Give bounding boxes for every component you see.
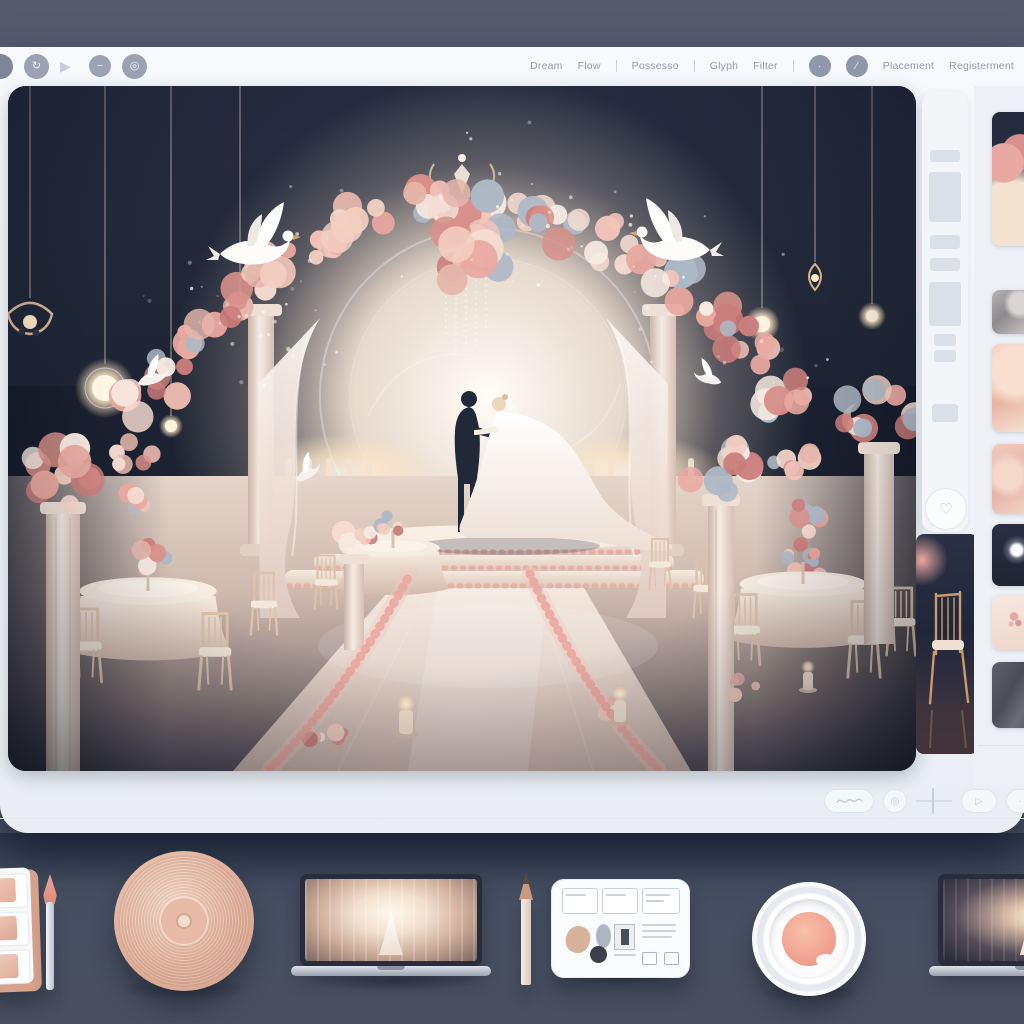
tablet-mini-card <box>642 952 657 965</box>
album-pages <box>0 867 34 985</box>
tablet-wireframe <box>551 879 690 978</box>
laptop-frame <box>938 874 1024 966</box>
minimize-icon[interactable]: − <box>89 55 111 77</box>
tablet-mini-card <box>664 952 679 965</box>
menu-item-possesso[interactable]: Possesso <box>632 60 679 72</box>
thumbnail-silver-fabric[interactable] <box>992 290 1024 334</box>
menu-divider <box>793 60 794 72</box>
slider-knob[interactable] <box>932 788 934 814</box>
thumbnail-blossom-detail[interactable] <box>992 596 1024 650</box>
menu-divider <box>694 60 695 72</box>
laptop-screen <box>943 879 1024 961</box>
thumbnail-stage-wide[interactable] <box>992 112 1024 246</box>
thumbnail-night-detail[interactable] <box>992 524 1024 586</box>
menu-item-flow[interactable]: Flow <box>578 60 601 72</box>
signature-button[interactable] <box>824 789 874 813</box>
more-button[interactable]: · <box>1006 789 1024 813</box>
tablet-blob <box>596 924 611 948</box>
toolbar-menu: Dream Flow Possesso Glyph Filter ∙ ∕ Pla… <box>530 47 1014 85</box>
squiggle-icon <box>835 796 863 806</box>
page: ↻ ▶ − ◎ Dream Flow Possesso Glyph Filter… <box>0 0 1024 1024</box>
pencil-lead <box>519 874 533 884</box>
panel-divider <box>978 745 1024 746</box>
laptop-preview-right <box>938 874 1024 978</box>
tool-button[interactable] <box>930 258 960 271</box>
editor-canvas[interactable] <box>8 86 916 771</box>
wedding-dress-graphic <box>1019 921 1024 955</box>
play-icon[interactable]: ▶ <box>60 58 78 75</box>
desktop-top-strip <box>0 0 1024 47</box>
photo-card-chairs[interactable] <box>916 534 978 754</box>
wedding-scene <box>8 86 916 771</box>
user-icon[interactable]: ∙ <box>809 55 831 77</box>
tool-button[interactable] <box>934 334 956 346</box>
menu-item-registerment[interactable]: Registerment <box>949 60 1014 72</box>
footer-actions: ◎ ▷ · <box>824 786 1018 816</box>
wedding-dress-graphic <box>378 913 404 955</box>
pencil-shaft <box>521 899 531 985</box>
laptop-preview-left <box>300 874 482 978</box>
thumbnail-charcoal-fabric[interactable] <box>992 662 1024 728</box>
tool-button[interactable] <box>930 150 960 162</box>
brush-tip <box>42 874 58 904</box>
menu-item-placement[interactable]: Placement <box>883 60 934 72</box>
tablet-photo <box>614 924 635 950</box>
thumbnail-blush-fabric[interactable] <box>992 444 1024 514</box>
heart-icon: ♡ <box>939 500 952 518</box>
foam-swirl <box>816 954 836 967</box>
laptop-notch <box>377 966 405 970</box>
window-footer-divider <box>0 818 1024 819</box>
disc-hole <box>176 913 192 929</box>
makeup-brush <box>42 874 58 992</box>
tool-button[interactable] <box>932 404 958 422</box>
menu-item-dream[interactable]: Dream <box>530 60 563 72</box>
laptop-screen <box>305 879 477 961</box>
menu-divider <box>616 60 617 72</box>
toolbar-left: ↻ ▶ − ◎ <box>0 47 147 85</box>
laptop-base <box>929 966 1024 976</box>
thumbnail-hand-detail[interactable] <box>992 344 1024 432</box>
menu-item-filter[interactable]: Filter <box>753 60 778 72</box>
vignette <box>8 86 916 771</box>
tablet-dot <box>590 946 607 963</box>
laptop-frame <box>300 874 482 966</box>
tool-button[interactable] <box>934 350 956 362</box>
tool-button[interactable] <box>929 282 961 326</box>
rose-gold-disc <box>114 851 254 991</box>
menu-item-glyph[interactable]: Glyph <box>710 60 738 72</box>
power-button[interactable]: ◎ <box>883 789 907 813</box>
blush-drink <box>752 882 866 996</box>
target-icon[interactable]: ◎ <box>122 54 147 79</box>
pencil <box>518 874 534 988</box>
edge-icon[interactable] <box>0 54 13 79</box>
favorite-button[interactable]: ♡ <box>925 488 967 530</box>
laptop-notch <box>1015 966 1024 970</box>
swatch-album <box>0 867 42 993</box>
tool-button[interactable] <box>929 172 961 222</box>
tool-button[interactable] <box>930 235 960 249</box>
brush-handle <box>46 902 54 990</box>
zoom-slider[interactable] <box>916 788 952 814</box>
chair-photo <box>916 534 978 754</box>
forward-button[interactable]: ▷ <box>961 789 997 813</box>
history-icon[interactable]: ↻ <box>24 54 49 79</box>
tool-strip: ♡ <box>922 92 968 532</box>
tablet-blob <box>562 923 593 956</box>
share-icon[interactable]: ∕ <box>846 55 868 77</box>
slider-track <box>916 800 952 802</box>
